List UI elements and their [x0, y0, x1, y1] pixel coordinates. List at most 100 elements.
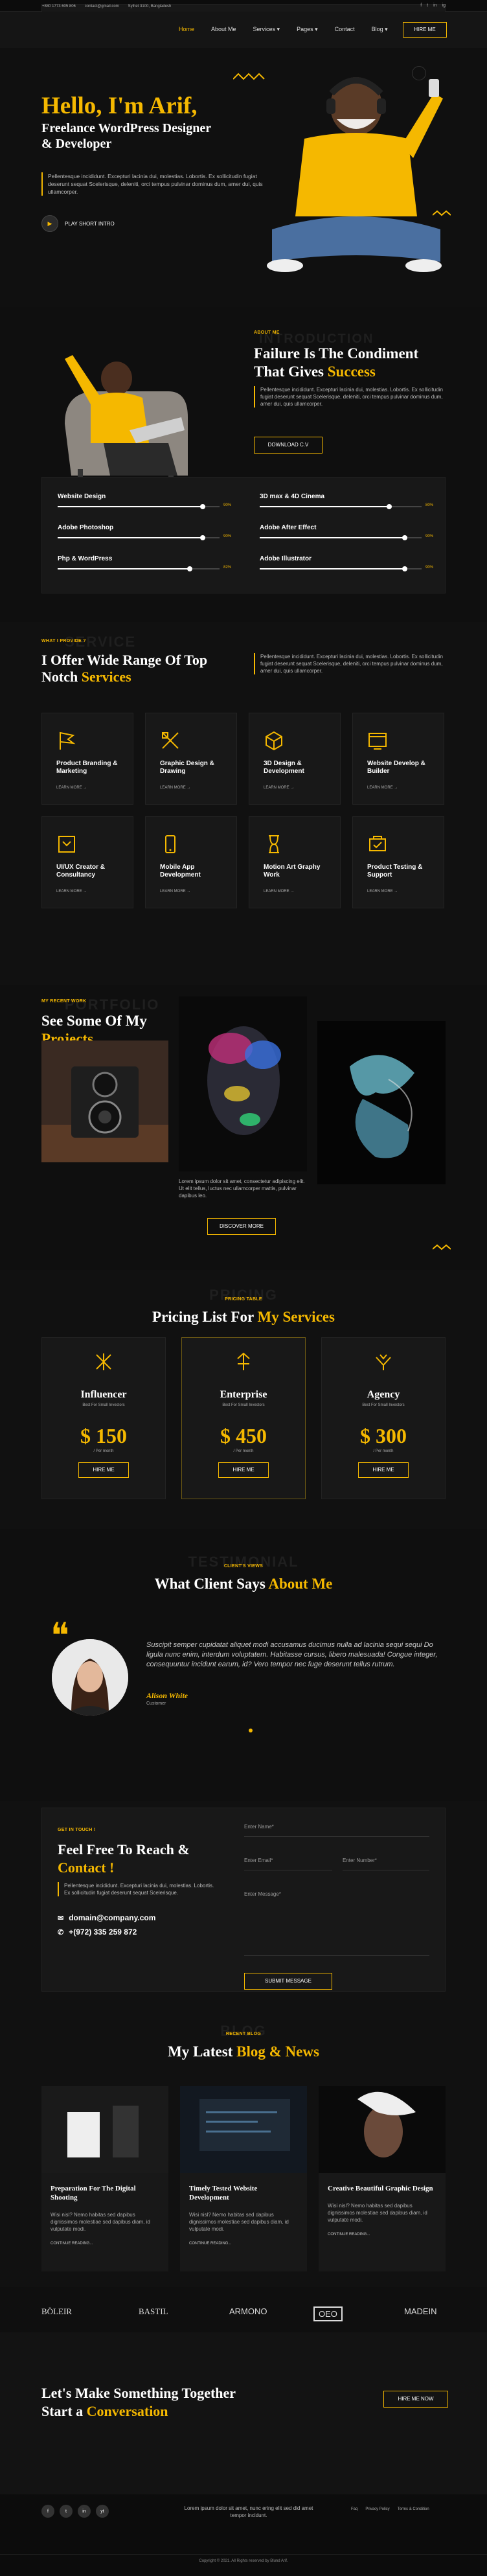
service-card[interactable]: Graphic Design & Drawing LEARN MORE →: [145, 713, 237, 805]
nav-home[interactable]: Home: [179, 26, 194, 33]
contact-description: Pellentesque incididunt. Excepturi lacin…: [58, 1882, 220, 1896]
learn-more-link[interactable]: LEARN MORE →: [367, 786, 398, 790]
plan-price: $ 450: [220, 1424, 267, 1447]
service-card[interactable]: 3D Design & Development LEARN MORE →: [249, 713, 341, 805]
pricing-title: Pricing List For My Services: [152, 1309, 335, 1325]
plan-hire-button[interactable]: HIRE ME: [358, 1462, 409, 1478]
linkedin-icon[interactable]: in: [433, 3, 436, 8]
message-field[interactable]: Enter Message*: [244, 1891, 429, 1956]
twitter-icon[interactable]: t: [427, 3, 428, 8]
facebook-icon[interactable]: f: [41, 2505, 54, 2518]
service-title: Website Develop & Builder: [367, 760, 425, 775]
learn-more-link[interactable]: LEARN MORE →: [367, 890, 398, 893]
mail-icon: ✉: [58, 1914, 64, 1922]
terms-link[interactable]: Terms & Condition: [398, 2507, 429, 2511]
continue-reading-link[interactable]: CONTINUE READING...: [189, 2242, 298, 2246]
facebook-icon[interactable]: f: [420, 3, 422, 8]
play-icon: ▶: [41, 215, 58, 232]
contact-email[interactable]: ✉ domain@company.com: [58, 1913, 155, 1922]
projects-section: PORTFOLIO MY RECENT WORK See Some Of My …: [0, 985, 487, 1270]
instagram-icon[interactable]: ig: [442, 3, 446, 8]
client-logo: BÖLEIR: [41, 2306, 72, 2316]
blog-image: [180, 2086, 307, 2173]
nav-blog[interactable]: Blog ▾: [372, 26, 388, 33]
hero-portrait: [267, 77, 443, 272]
privacy-link[interactable]: Privacy Policy: [365, 2507, 389, 2511]
email-field[interactable]: Enter Email*: [244, 1857, 332, 1870]
service-title: Product Testing & Support: [367, 864, 423, 879]
learn-more-link[interactable]: LEARN MORE →: [160, 786, 190, 790]
contact-title: Feel Free To Reach & Contact !: [58, 1841, 190, 1876]
project-face-art-image[interactable]: [179, 996, 307, 1171]
hourglass-icon: [269, 835, 279, 853]
service-card[interactable]: UI/UX Creator & Consultancy LEARN MORE →: [41, 816, 133, 908]
plan-name: Enterprise: [220, 1389, 267, 1400]
nav-hire-button[interactable]: HIRE ME: [403, 22, 447, 38]
about-label: ABOUT ME: [254, 330, 280, 335]
learn-more-link[interactable]: LEARN MORE →: [56, 890, 87, 893]
service-title: 3D Design & Development: [264, 760, 304, 775]
plan-hire-button[interactable]: HIRE ME: [78, 1462, 129, 1478]
service-card[interactable]: Website Develop & Builder LEARN MORE →: [352, 713, 444, 805]
blog-title: My Latest Blog & News: [168, 2043, 319, 2060]
project-camera-image[interactable]: [41, 1041, 168, 1162]
skill-bar: Php & WordPress 82%: [58, 555, 231, 571]
flag-icon: [60, 731, 76, 750]
continue-reading-link[interactable]: CONTINUE READING...: [51, 2242, 159, 2246]
faq-link[interactable]: Faq: [351, 2507, 357, 2511]
service-card[interactable]: Product Branding & Marketing LEARN MORE …: [41, 713, 133, 805]
nav-pages[interactable]: Pages ▾: [297, 26, 318, 33]
nav-about[interactable]: About Me: [211, 26, 236, 33]
zigzag-icon: [433, 1244, 451, 1250]
slider-dot[interactable]: [249, 1729, 253, 1732]
learn-more-link[interactable]: LEARN MORE →: [160, 890, 190, 893]
enterprise-icon: [237, 1352, 250, 1370]
twitter-icon[interactable]: t: [60, 2505, 73, 2518]
skill-name: Adobe Illustrator: [260, 555, 312, 562]
service-title: Motion Art Graphy Work: [264, 864, 321, 879]
nav-services[interactable]: Services ▾: [253, 26, 280, 33]
plan-hire-button[interactable]: HIRE ME: [218, 1462, 269, 1478]
blog-post[interactable]: Preparation For The Digital Shooting Wis…: [41, 2086, 168, 2271]
hire-me-now-button[interactable]: HIRE ME NOW: [383, 2391, 448, 2408]
submit-message-button[interactable]: SUBMIT MESSAGE: [244, 1973, 332, 1990]
testimonial-label: CLIENT'S VIEWS: [223, 1564, 264, 1569]
number-field[interactable]: Enter Number*: [343, 1857, 429, 1870]
about-description: Pellentesque incididunt. Excepturi lacin…: [254, 386, 448, 408]
service-card[interactable]: Mobile App Development LEARN MORE →: [145, 816, 237, 908]
name-field[interactable]: Enter Name*: [244, 1824, 429, 1837]
blog-image: [319, 2086, 446, 2173]
plan-period: / Per month: [233, 1449, 254, 1453]
play-intro-button[interactable]: ▶ PLAY SHORT INTRO: [41, 215, 115, 232]
learn-more-link[interactable]: LEARN MORE →: [264, 890, 294, 893]
contact-phone[interactable]: ✆ +(972) 335 259 872: [58, 1927, 137, 1937]
services-section: SERVICE WHAT I PROVIDE ? I Offer Wide Ra…: [0, 622, 487, 998]
skill-bar: Adobe After Effect 90%: [260, 524, 433, 540]
client-role: Customer: [146, 1701, 166, 1706]
mobile-icon: [165, 835, 176, 853]
blog-post[interactable]: Timely Tested Website Development Wisi n…: [180, 2086, 307, 2271]
skill-name: 3D max & 4D Cinema: [260, 493, 325, 500]
linkedin-icon[interactable]: in: [78, 2505, 91, 2518]
cta-title: Let's Make Something Together Start a Co…: [41, 2385, 236, 2419]
blog-post[interactable]: Creative Beautiful Graphic Design Wisi n…: [319, 2086, 446, 2271]
service-card[interactable]: Product Testing & Support LEARN MORE →: [352, 816, 444, 908]
nav-contact[interactable]: Contact: [335, 26, 355, 33]
pricing-card: Influencer Best For Small Investors $ 15…: [41, 1337, 166, 1499]
top-social: f t in ig: [420, 3, 446, 8]
youtube-icon[interactable]: yt: [96, 2505, 109, 2518]
download-cv-button[interactable]: DOWNLOAD C.V: [254, 437, 323, 454]
service-card[interactable]: Motion Art Graphy Work LEARN MORE →: [249, 816, 341, 908]
client-logo: BASTIL: [139, 2306, 168, 2316]
plan-subtitle: Best For Small Investors: [362, 1403, 405, 1407]
ux-icon: [58, 836, 75, 853]
play-intro-label: PLAY SHORT INTRO: [65, 220, 115, 227]
continue-reading-link[interactable]: CONTINUE READING...: [328, 2233, 436, 2237]
client-logo: MADEIN: [404, 2306, 437, 2316]
skill-bar: Adobe Illustrator 90%: [260, 555, 433, 571]
learn-more-link[interactable]: LEARN MORE →: [264, 786, 294, 790]
discover-more-button[interactable]: DISCOVER MORE: [207, 1218, 276, 1235]
learn-more-link[interactable]: LEARN MORE →: [56, 786, 87, 790]
project-fish-image[interactable]: [317, 1021, 446, 1184]
services-label: WHAT I PROVIDE ?: [41, 639, 86, 643]
